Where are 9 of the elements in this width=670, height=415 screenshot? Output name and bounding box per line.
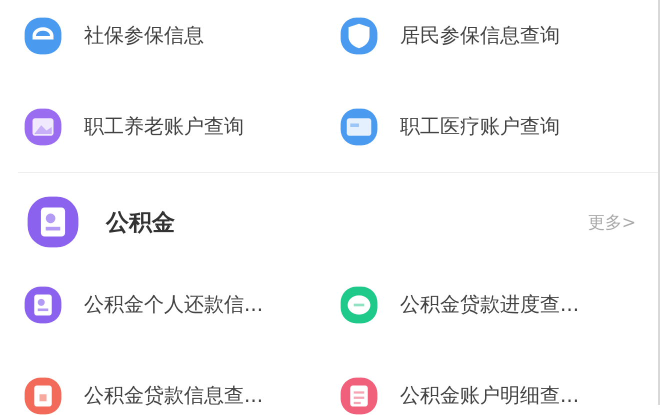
- menu-item[interactable]: 公积金贷款信息查...: [22, 350, 338, 415]
- menu-item[interactable]: 社保参保信息: [22, 0, 338, 81]
- menu-item[interactable]: 公积金贷款进度查...: [338, 259, 658, 350]
- menu-item[interactable]: 居民参保信息查询: [338, 0, 658, 81]
- menu-item[interactable]: 职工医疗账户查询: [338, 81, 658, 172]
- menu-item[interactable]: 公积金账户明细查...: [338, 350, 658, 415]
- menu-item[interactable]: 公积金个人还款信...: [22, 259, 338, 350]
- section-title: 公积金: [106, 208, 176, 238]
- menu-item[interactable]: 职工养老账户查询: [22, 81, 338, 172]
